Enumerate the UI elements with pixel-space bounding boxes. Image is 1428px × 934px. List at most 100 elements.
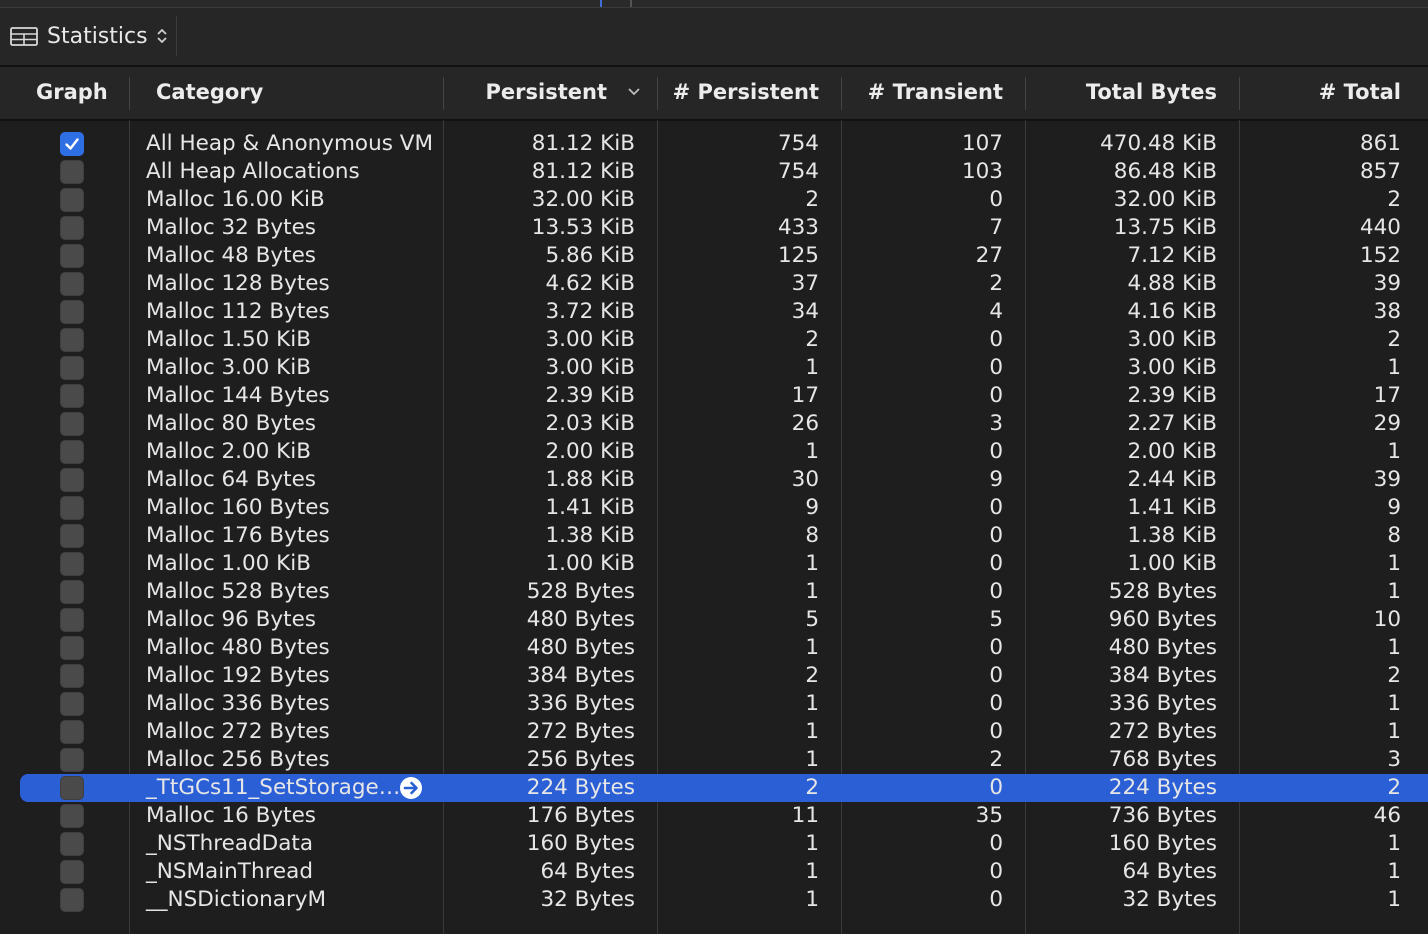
n-transient-cell: 0 [989, 579, 1003, 604]
table-row[interactable]: All Heap Allocations 81.12 KiB 754 103 86.48… [0, 158, 1428, 186]
table-row[interactable]: Malloc 160 Bytes 1.41 KiB 9 0 1.41 KiB 9 [0, 494, 1428, 522]
table-row[interactable]: Malloc 80 Bytes 2.03 KiB 26 3 2.27 KiB 29 [0, 410, 1428, 438]
n-persistent-cell: 2 [805, 775, 819, 800]
graph-checkbox[interactable] [60, 636, 84, 660]
graph-checkbox[interactable] [60, 412, 84, 436]
table-row[interactable]: __NSDictionaryM 32 Bytes 1 0 32 Bytes 1 [0, 886, 1428, 914]
total-bytes-cell: 86.48 KiB [1113, 159, 1217, 184]
table-row[interactable]: Malloc 48 Bytes 5.86 KiB 125 27 7.12 KiB 152 [0, 242, 1428, 270]
graph-checkbox[interactable] [60, 580, 84, 604]
column-header-category[interactable]: Category [156, 67, 263, 119]
table-row[interactable]: Malloc 3.00 KiB 3.00 KiB 1 0 3.00 KiB 1 [0, 354, 1428, 382]
graph-checkbox[interactable] [60, 188, 84, 212]
n-persistent-cell: 754 [777, 159, 819, 184]
table-row[interactable]: Malloc 192 Bytes 384 Bytes 2 0 384 Bytes 2 [0, 662, 1428, 690]
graph-checkbox[interactable] [60, 496, 84, 520]
n-transient-cell: 3 [989, 411, 1003, 436]
n-persistent-cell: 1 [805, 831, 819, 856]
category-cell: Malloc 96 Bytes [146, 607, 317, 632]
graph-checkbox[interactable] [60, 804, 84, 828]
graph-checkbox[interactable] [60, 244, 84, 268]
table-row[interactable]: Malloc 1.00 KiB 1.00 KiB 1 0 1.00 KiB 1 [0, 550, 1428, 578]
table-row-selected[interactable]: _TtGCs11_SetStorage… 224 Bytes 2 0 224 Bytes… [0, 774, 1428, 802]
graph-checkbox[interactable] [60, 748, 84, 772]
table-row[interactable]: Malloc 528 Bytes 528 Bytes 1 0 528 Bytes 1 [0, 578, 1428, 606]
table-row[interactable]: Malloc 16.00 KiB 32.00 KiB 2 0 32.00 KiB 2 [0, 186, 1428, 214]
graph-checkbox[interactable] [60, 468, 84, 492]
persistent-cell: 4.62 KiB [545, 271, 635, 296]
graph-checkbox[interactable] [60, 440, 84, 464]
category-cell: Malloc 336 Bytes [146, 691, 330, 716]
n-transient-cell: 7 [989, 215, 1003, 240]
arrow-right-circle-icon[interactable] [399, 776, 423, 800]
graph-checkbox[interactable] [60, 160, 84, 184]
category-cell: Malloc 192 Bytes [146, 663, 330, 688]
column-divider[interactable] [129, 77, 130, 110]
persistent-cell: 2.39 KiB [545, 383, 635, 408]
table-row[interactable]: Malloc 176 Bytes 1.38 KiB 8 0 1.38 KiB 8 [0, 522, 1428, 550]
n-persistent-cell: 2 [805, 187, 819, 212]
graph-checkbox[interactable] [60, 216, 84, 240]
n-transient-cell: 107 [961, 131, 1003, 156]
graph-checkbox[interactable] [60, 272, 84, 296]
table-row[interactable]: _NSThreadData 160 Bytes 1 0 160 Bytes 1 [0, 830, 1428, 858]
column-header-total-bytes[interactable]: Total Bytes [1026, 67, 1217, 119]
table-row[interactable]: Malloc 64 Bytes 1.88 KiB 30 9 2.44 KiB 39 [0, 466, 1428, 494]
graph-checkbox[interactable] [60, 132, 84, 156]
graph-checkbox[interactable] [60, 832, 84, 856]
top-strip [0, 0, 1428, 8]
table-row[interactable]: Malloc 32 Bytes 13.53 KiB 433 7 13.75 KiB 440 [0, 214, 1428, 242]
n-total-cell: 46 [1373, 803, 1401, 828]
n-total-cell: 39 [1373, 271, 1401, 296]
n-persistent-cell: 30 [791, 467, 819, 492]
column-header-graph[interactable]: Graph [36, 67, 108, 119]
graph-checkbox[interactable] [60, 384, 84, 408]
timeline-divider [630, 0, 632, 7]
graph-checkbox[interactable] [60, 776, 84, 800]
graph-checkbox[interactable] [60, 664, 84, 688]
table-row[interactable]: Malloc 112 Bytes 3.72 KiB 34 4 4.16 KiB 38 [0, 298, 1428, 326]
graph-checkbox[interactable] [60, 356, 84, 380]
graph-checkbox[interactable] [60, 720, 84, 744]
n-persistent-cell: 1 [805, 747, 819, 772]
graph-checkbox[interactable] [60, 524, 84, 548]
category-cell: Malloc 3.00 KiB [146, 355, 312, 380]
column-header-n-transient[interactable]: # Transient [842, 67, 1003, 119]
column-header-persistent[interactable]: Persistent [444, 67, 607, 119]
graph-checkbox[interactable] [60, 300, 84, 324]
category-cell: Malloc 272 Bytes [146, 719, 330, 744]
n-total-cell: 8 [1387, 523, 1401, 548]
n-transient-cell: 0 [989, 383, 1003, 408]
column-header-n-persistent[interactable]: # Persistent [658, 67, 819, 119]
table-row[interactable]: All Heap & Anonymous VM 81.12 KiB 754 107 47… [0, 130, 1428, 158]
table-row[interactable]: Malloc 336 Bytes 336 Bytes 1 0 336 Bytes 1 [0, 690, 1428, 718]
persistent-cell: 1.41 KiB [545, 495, 635, 520]
n-transient-cell: 0 [989, 887, 1003, 912]
graph-checkbox[interactable] [60, 860, 84, 884]
total-bytes-cell: 13.75 KiB [1113, 215, 1217, 240]
table-row[interactable]: _NSMainThread 64 Bytes 1 0 64 Bytes 1 [0, 858, 1428, 886]
graph-checkbox[interactable] [60, 608, 84, 632]
total-bytes-cell: 7.12 KiB [1127, 243, 1217, 268]
table-row[interactable]: Malloc 2.00 KiB 2.00 KiB 1 0 2.00 KiB 1 [0, 438, 1428, 466]
table-row[interactable]: Malloc 16 Bytes 176 Bytes 11 35 736 Bytes 46 [0, 802, 1428, 830]
chevron-down-icon[interactable] [627, 85, 641, 99]
table-row[interactable]: Malloc 96 Bytes 480 Bytes 5 5 960 Bytes 10 [0, 606, 1428, 634]
category-cell: Malloc 480 Bytes [146, 635, 330, 660]
table-row[interactable]: Malloc 144 Bytes 2.39 KiB 17 0 2.39 KiB 17 [0, 382, 1428, 410]
table-row[interactable]: Malloc 272 Bytes 272 Bytes 1 0 272 Bytes 1 [0, 718, 1428, 746]
table-row[interactable]: Malloc 480 Bytes 480 Bytes 1 0 480 Bytes 1 [0, 634, 1428, 662]
graph-checkbox[interactable] [60, 328, 84, 352]
graph-checkbox[interactable] [60, 888, 84, 912]
view-selector[interactable]: Statistics [10, 22, 168, 50]
total-bytes-cell: 768 Bytes [1108, 747, 1217, 772]
n-persistent-cell: 26 [791, 411, 819, 436]
column-header-n-total[interactable]: # Total [1240, 67, 1401, 119]
graph-checkbox[interactable] [60, 692, 84, 716]
persistent-cell: 3.72 KiB [545, 299, 635, 324]
total-bytes-cell: 160 Bytes [1108, 831, 1217, 856]
table-row[interactable]: Malloc 1.50 KiB 3.00 KiB 2 0 3.00 KiB 2 [0, 326, 1428, 354]
graph-checkbox[interactable] [60, 552, 84, 576]
table-row[interactable]: Malloc 256 Bytes 256 Bytes 1 2 768 Bytes 3 [0, 746, 1428, 774]
table-row[interactable]: Malloc 128 Bytes 4.62 KiB 37 2 4.88 KiB 39 [0, 270, 1428, 298]
